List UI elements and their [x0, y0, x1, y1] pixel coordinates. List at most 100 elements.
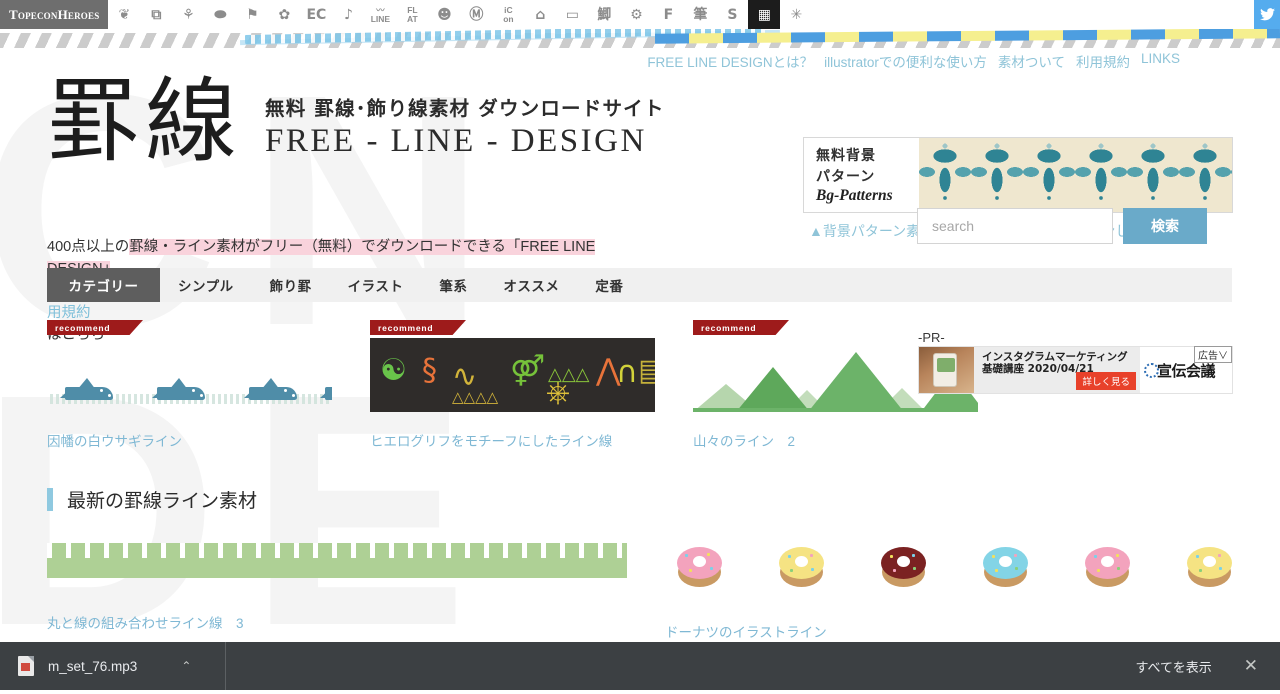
logo-tagline-jp: 無料 罫線･飾り線素材 ダウンロードサイト [265, 97, 665, 120]
tab-brush[interactable]: 筆系 [421, 268, 485, 302]
ad-choices-tag[interactable]: 広告∨ [1194, 346, 1232, 363]
site-logo[interactable]: 罫線 無料 罫線･飾り線素材 ダウンロードサイト FREE - LINE - D… [47, 76, 665, 168]
sparkle-icon[interactable]: ✳ [780, 0, 812, 29]
tab-illustration[interactable]: イラスト [330, 268, 422, 302]
logo-kanji: 罫線 [47, 68, 244, 175]
mountain-icon [736, 367, 810, 412]
brand-ring-icon [1144, 363, 1159, 378]
donut-icon [1187, 545, 1232, 587]
section-title: 最新の罫線ライン素材 [67, 490, 258, 512]
music-note-icon[interactable]: ♪ [332, 0, 364, 29]
latest-items: 丸と線の組み合わせライン線 3 ドーナツのイラストライン [47, 543, 1245, 641]
ad-text-area: インスタグラムマーケティング基礎講座 2020/04/21 詳しく見る [974, 347, 1140, 393]
item-donut-line[interactable]: ドーナツのイラストライン [665, 543, 1245, 641]
topecon-toolbar: TopeconHeroes ❦ ⧉ ⚘ ⬬ ⚑ ✿ EC ♪ 〰 LINE FL A… [0, 0, 1280, 29]
card-thumbnail-hieroglyph: ☯ § ∿ △△△△ ⚤ △△△ ⎈ ⋀ ∩ ▤ [370, 338, 655, 412]
recommend-badge: recommend [693, 320, 789, 335]
donut-line-graphic [665, 543, 1245, 587]
shark-icon [244, 378, 301, 400]
tab-category[interactable]: カテゴリー [47, 268, 160, 302]
show-all-downloads-button[interactable]: すべてを表示 [1121, 650, 1225, 683]
bg-banner-line3: Bg-Patterns [816, 187, 893, 204]
chevron-up-icon[interactable]: ⌃ [181, 659, 191, 673]
hieroglyph-panel-icon: ☯ § ∿ △△△△ ⚤ △△△ ⎈ ⋀ ∩ ▤ [370, 338, 655, 412]
twitter-icon[interactable] [1254, 0, 1280, 29]
nav-link-materials[interactable]: 素材ついて [998, 51, 1065, 71]
tab-decorative[interactable]: 飾り罫 [252, 268, 330, 302]
category-tabs: カテゴリー シンプル 飾り罫 イラスト 筆系 オススメ 定番 [47, 268, 1232, 302]
mountain-icon [808, 352, 904, 412]
item-caption[interactable]: 丸と線の組み合わせライン線 3 [47, 612, 627, 632]
sofa-icon[interactable]: ▭ [556, 0, 588, 29]
building-icon[interactable]: ⌂ [524, 0, 556, 29]
logo-tagline-en: FREE - LINE - DESIGN [265, 123, 647, 159]
sheep-icon[interactable]: ❦ [108, 0, 140, 29]
card-shark-line[interactable]: recommend 因幡の白ウサギライン [47, 320, 332, 450]
bg-banner-pattern [919, 138, 1232, 212]
washi-tape-decoration [0, 29, 1280, 48]
download-filename: m_set_76.mp3 [48, 658, 138, 674]
logo-tagline: 無料 罫線･飾り線素材 ダウンロードサイト FREE - LINE - DESI… [265, 92, 665, 160]
card-caption[interactable]: 山々のライン 2 [693, 430, 978, 450]
damask-pattern-icon [919, 138, 1232, 212]
file-icon [18, 656, 34, 676]
gear-icon[interactable]: ⚙ [620, 0, 652, 29]
bg-banner-text: 無料背景 パターン Bg-Patterns [804, 138, 919, 212]
recommend-badge: recommend [47, 320, 143, 335]
bump-gaps-icon [47, 543, 627, 558]
bird-icon[interactable]: 鯽 [588, 0, 620, 29]
download-item[interactable]: m_set_76.mp3 ⌃ [0, 642, 226, 690]
nav-link-illustrator[interactable]: illustratorでの便利な使い方 [824, 51, 987, 71]
topecon-brand-logo[interactable]: TopeconHeroes [0, 0, 109, 29]
download-bar: m_set_76.mp3 ⌃ すべてを表示 ✕ [0, 642, 1280, 690]
download-bar-actions: すべてを表示 ✕ [1121, 650, 1280, 683]
flat-icon[interactable]: FL AT [396, 0, 428, 29]
card-hieroglyph-line[interactable]: recommend ☯ § ∿ △△△△ ⚤ △△△ ⎈ ⋀ ∩ ▤ ヒエログリ… [370, 320, 655, 450]
donut-icon [983, 545, 1028, 587]
recommend-badge: recommend [370, 320, 466, 335]
nav-link-links[interactable]: LINKS [1141, 51, 1180, 71]
page-content: FREE LINE DESIGNとは？ illustratorでの便利な使い方 … [0, 48, 1280, 642]
tab-simple[interactable]: シンプル [160, 268, 252, 302]
icon-icon[interactable]: iC on [492, 0, 524, 29]
card-caption[interactable]: ヒエログリフをモチーフにしたライン線 [370, 430, 655, 450]
item-caption[interactable]: ドーナツのイラストライン [665, 621, 1245, 641]
ad-cta-button[interactable]: 詳しく見る [1076, 372, 1136, 390]
tab-standard[interactable]: 定番 [577, 268, 641, 302]
bg-patterns-banner[interactable]: 無料背景 パターン Bg-Patterns [803, 137, 1233, 213]
donut-icon [677, 545, 722, 587]
grid-icon[interactable]: ▦ [748, 0, 781, 29]
parking-icon[interactable]: Ⓜ [460, 0, 492, 29]
tab-recommended[interactable]: オススメ [485, 268, 577, 302]
shark-icon [320, 380, 332, 400]
search-area: 検索 [917, 208, 1207, 244]
close-icon[interactable]: ✕ [1238, 654, 1264, 678]
speech-bubble-icon[interactable]: ⬬ [204, 0, 236, 29]
person-icon[interactable]: ⚘ [172, 0, 204, 29]
smiley-icon[interactable]: ☻ [428, 0, 460, 29]
bg-banner-line1: 無料背景 [816, 148, 876, 164]
line-icon[interactable]: 〰 LINE [364, 0, 396, 29]
top-navigation: FREE LINE DESIGNとは？ illustratorでの便利な使い方 … [647, 51, 1180, 71]
search-button[interactable]: 検索 [1123, 208, 1207, 244]
section-heading: 最新の罫線ライン素材 [47, 486, 257, 513]
shark-icon [60, 378, 117, 400]
ec-icon[interactable]: EC [300, 0, 332, 29]
item-circle-line[interactable]: 丸と線の組み合わせライン線 3 [47, 543, 627, 641]
font-icon[interactable]: F [652, 0, 684, 29]
recommended-cards: recommend 因幡の白ウサギライン recommend ☯ § ∿ △△△… [47, 320, 978, 450]
bg-banner-line2: パターン [816, 169, 876, 185]
flag-icon[interactable]: ⚑ [236, 0, 268, 29]
nav-link-terms[interactable]: 利用規約 [1076, 51, 1130, 71]
card-caption[interactable]: 因幡の白ウサギライン [47, 430, 332, 450]
nav-link-about[interactable]: FREE LINE DESIGNとは？ [647, 51, 813, 71]
ad-brand: 宣伝会議 広告∨ [1140, 346, 1232, 393]
search-input[interactable] [917, 208, 1113, 244]
advertisement-banner[interactable]: インスタグラムマーケティング基礎講座 2020/04/21 詳しく見る 宣伝会議… [918, 346, 1233, 394]
circle-line-graphic [47, 543, 627, 578]
flower-icon[interactable]: ✿ [268, 0, 300, 29]
sticker-icon[interactable]: S [716, 0, 748, 29]
copy-icon[interactable]: ⧉ [140, 0, 172, 29]
brush-icon[interactable]: 筆 [684, 0, 716, 29]
card-thumbnail-shark [47, 338, 332, 412]
